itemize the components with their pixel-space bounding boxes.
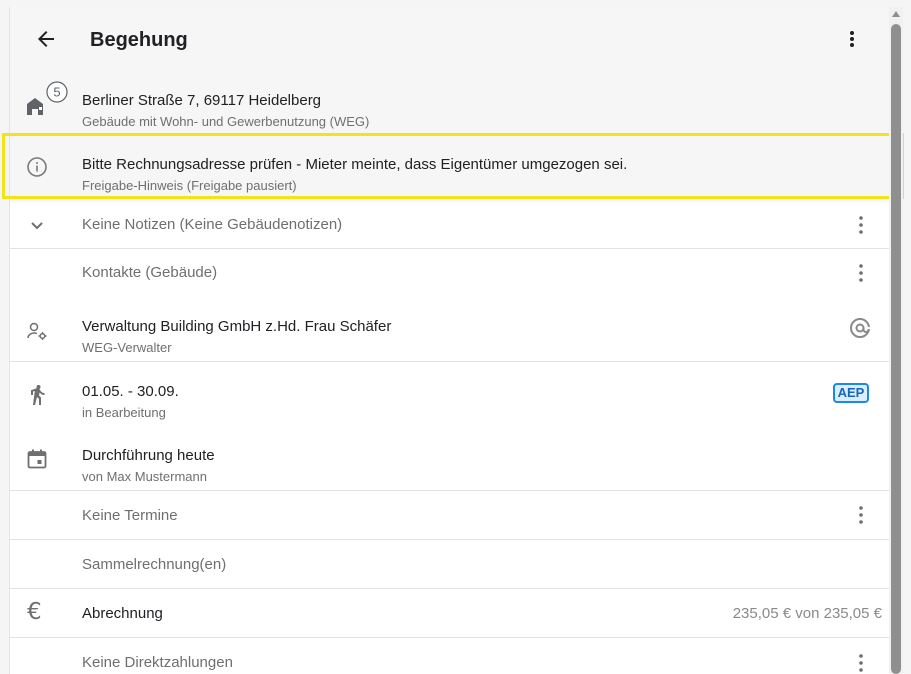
manager-settings-icon [27, 322, 47, 340]
walking-icon [31, 385, 45, 405]
address-line: Berliner Straße 7, 69117 Heidelberg [82, 92, 322, 109]
collective-invoice-row[interactable]: Sammelrechnung(en) [10, 540, 889, 588]
aep-badge: AEP [833, 383, 869, 403]
execution-by: von Max Mustermann [82, 469, 207, 484]
page-title: Begehung [90, 29, 188, 51]
more-vert-icon[interactable] [855, 504, 867, 526]
arrow-left-icon[interactable] [34, 27, 58, 51]
appointments-label: Keine Termine [82, 507, 178, 524]
more-vert-icon[interactable] [855, 262, 867, 284]
period-status: in Bearbeitung [82, 405, 166, 420]
app-header: Begehung [10, 7, 889, 71]
collective-invoice-label: Sammelrechnung(en) [82, 556, 227, 573]
count-badge: 5 [46, 81, 68, 103]
at-icon[interactable] [848, 316, 872, 340]
period-range: 01.05. - 30.09. [82, 383, 179, 400]
billing-row[interactable]: € Abrechnung 235,05 € von 235,05 € [10, 589, 889, 637]
direct-payments-row[interactable]: Keine Direktzahlungen [10, 638, 889, 674]
billing-label: Abrechnung [82, 605, 163, 622]
notes-label: Keine Notizen (Keine Gebäudenotizen) [82, 216, 343, 233]
building-type: Gebäude mit Wohn- und Gewerbenutzung (WE… [82, 114, 370, 129]
more-vert-icon[interactable] [855, 652, 867, 674]
period-row[interactable]: 01.05. - 30.09. in Bearbeitung [10, 362, 889, 426]
manager-name: Verwaltung Building GmbH z.Hd. Frau Schä… [82, 318, 392, 335]
more-vert-icon[interactable] [846, 27, 858, 51]
manager-row[interactable]: Verwaltung Building GmbH z.Hd. Frau Schä… [10, 297, 889, 361]
scrollbar-thumb[interactable] [891, 24, 901, 674]
manager-role: WEG-Verwalter [82, 340, 172, 355]
contacts-row[interactable]: Kontakte (Gebäude) [10, 249, 889, 297]
contacts-label: Kontakte (Gebäude) [82, 264, 218, 281]
svg-text:5: 5 [53, 85, 60, 100]
execution-title: Durchführung heute [82, 447, 215, 464]
chevron-down-icon[interactable] [25, 213, 49, 237]
execution-row[interactable]: Durchführung heute von Max Mustermann [10, 426, 889, 490]
inspection-panel: Begehung 5 Berliner Straße 7, 69117 Heid… [9, 7, 889, 674]
euro-icon: € [27, 599, 42, 625]
billing-amount: 235,05 € von 235,05 € [732, 605, 882, 622]
scroll-up-icon[interactable] [892, 11, 900, 17]
direct-payments-label: Keine Direktzahlungen [82, 654, 233, 671]
appointments-row[interactable]: Keine Termine [10, 491, 889, 539]
notice-highlight [2, 133, 904, 199]
more-vert-icon[interactable] [855, 214, 867, 236]
notes-row[interactable]: Keine Notizen (Keine Gebäudenotizen) [10, 202, 889, 248]
address-row[interactable]: 5 Berliner Straße 7, 69117 Heidelberg Ge… [10, 71, 889, 133]
calendar-icon [27, 449, 47, 469]
